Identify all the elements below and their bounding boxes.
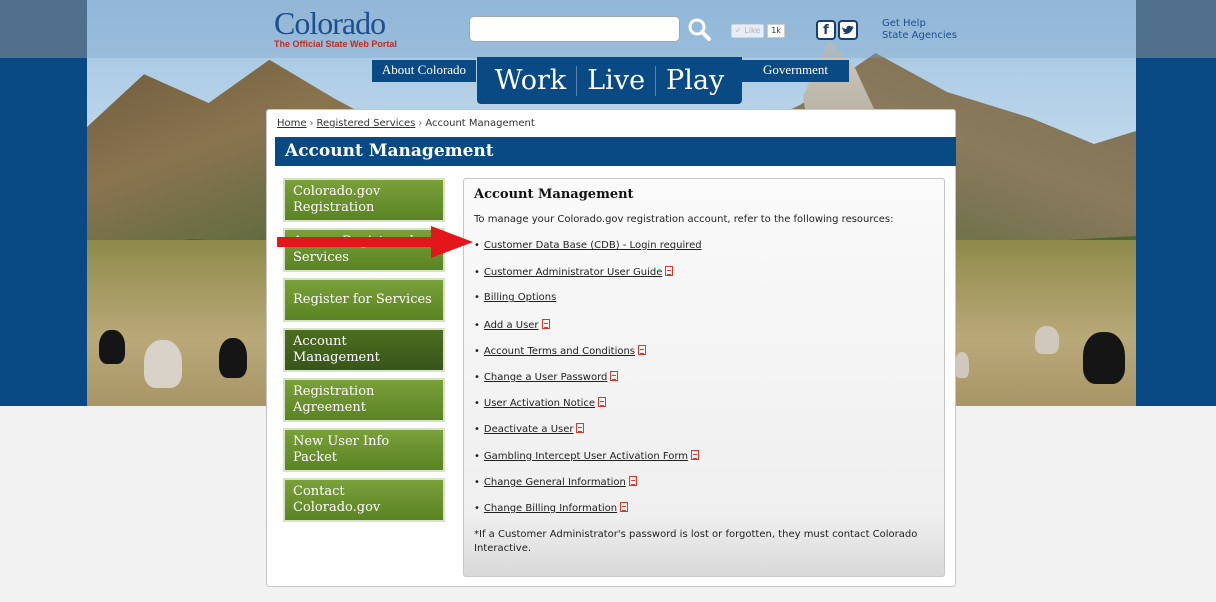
link-deactivate-user[interactable]: Deactivate a User <box>484 424 574 435</box>
logo-wordmark: Colorado <box>274 5 386 41</box>
pdf-icon <box>638 344 647 355</box>
twitter-icon[interactable] <box>838 20 858 40</box>
link-gambling-intercept-form[interactable]: Gambling Intercept User Activation Form <box>484 451 688 462</box>
like-button[interactable]: ✓ Like <box>731 24 765 38</box>
link-customer-data-base[interactable]: Customer Data Base (CDB) - Login require… <box>484 240 702 251</box>
link-change-user-password[interactable]: Change a User Password <box>484 372 607 383</box>
pdf-icon <box>576 423 585 434</box>
sidebar-item-account-management[interactable]: Account Management <box>283 328 445 372</box>
sidebar-item-colorado-gov-registration[interactable]: Colorado.gov Registration <box>283 178 445 222</box>
colorado-logo[interactable]: Colorado The Official State Web Portal <box>274 5 397 49</box>
facebook-glyph: f <box>823 22 829 38</box>
search-input[interactable] <box>469 16 680 42</box>
get-help-link[interactable]: Get Help <box>882 18 957 30</box>
link-user-activation-notice[interactable]: User Activation Notice <box>484 398 595 409</box>
breadcrumb-separator: › <box>309 118 314 129</box>
pdf-icon <box>665 266 674 277</box>
link-account-terms[interactable]: Account Terms and Conditions <box>484 346 635 357</box>
nav-government[interactable]: Government <box>742 60 849 82</box>
breadcrumb-registered-services[interactable]: Registered Services <box>317 118 416 129</box>
cow <box>144 340 182 388</box>
nav-live[interactable]: Live <box>577 65 655 96</box>
pdf-icon <box>628 475 637 486</box>
cow <box>219 338 247 378</box>
search-button[interactable] <box>687 17 713 41</box>
facebook-like-widget[interactable]: ✓ Like 1k <box>731 24 785 38</box>
cow <box>1083 332 1125 384</box>
sidebar-item-new-user-info-packet[interactable]: New User Info Packet <box>283 428 445 472</box>
nav-primary: Work Live Play <box>477 57 742 104</box>
search-icon <box>688 18 711 41</box>
sidebar-item-contact-colorado-gov[interactable]: Contact Colorado.gov <box>283 478 445 522</box>
nav-play[interactable]: Play <box>656 65 734 96</box>
list-item: • Account Terms and Conditions <box>474 344 702 370</box>
list-item: • Customer Data Base (CDB) - Login requir… <box>474 240 702 251</box>
main-content: Account Management To manage your Colora… <box>463 178 945 577</box>
link-change-billing-info[interactable]: Change Billing Information <box>484 503 617 514</box>
nav-work[interactable]: Work <box>485 65 576 96</box>
breadcrumb-current: Account Management <box>425 118 535 129</box>
page-title: Account Management <box>275 137 956 166</box>
link-change-general-info[interactable]: Change General Information <box>484 477 626 488</box>
twitter-bird-icon <box>842 25 854 34</box>
list-item: • Billing Options <box>474 292 557 304</box>
state-agencies-link[interactable]: State Agencies <box>882 30 957 42</box>
cow <box>99 330 125 364</box>
list-item: • Change General Information <box>474 475 702 501</box>
list-item: • Customer Administrator User Guide <box>474 265 702 291</box>
link-billing-options[interactable]: Billing Options <box>484 292 556 303</box>
content-heading: Account Management <box>474 187 634 202</box>
list-item: • Add a User <box>474 318 702 344</box>
password-note: *If a Customer Administrator's password … <box>474 529 918 554</box>
link-customer-admin-user-guide[interactable]: Customer Administrator User Guide <box>484 267 662 278</box>
list-item: • Change Billing Information <box>474 501 702 527</box>
cow <box>955 352 969 378</box>
content-intro: To manage your Colorado.gov registration… <box>474 214 894 225</box>
pdf-icon <box>620 501 629 512</box>
nav-about-colorado[interactable]: About Colorado <box>372 60 476 82</box>
breadcrumb-separator: › <box>418 118 423 129</box>
cow <box>1035 326 1059 354</box>
list-item: • User Activation Notice <box>474 396 702 422</box>
list-item: • Change a User Password <box>474 370 702 396</box>
pdf-icon <box>598 397 607 408</box>
resource-list: • Customer Data Base (CDB) - Login requir… <box>474 239 702 527</box>
facebook-icon[interactable]: f <box>816 20 836 40</box>
sidebar-item-registration-agreement[interactable]: Registration Agreement <box>283 378 445 422</box>
pdf-icon <box>541 318 550 329</box>
list-item: • Deactivate a User <box>474 422 702 448</box>
sidebar-item-register-for-services[interactable]: Register for Services <box>283 278 445 322</box>
list-item: • Gambling Intercept User Activation Form <box>474 449 702 475</box>
pdf-icon <box>610 370 619 381</box>
link-add-a-user[interactable]: Add a User <box>484 320 539 331</box>
logo-tagline: The Official State Web Portal <box>274 39 397 49</box>
red-arrow-annotation <box>277 226 473 258</box>
help-links: Get Help State Agencies <box>882 18 957 42</box>
breadcrumb: Home › Registered Services › Account Managem… <box>277 118 535 129</box>
breadcrumb-home[interactable]: Home <box>277 118 307 129</box>
like-count: 1k <box>767 24 785 38</box>
pdf-icon <box>691 449 700 460</box>
